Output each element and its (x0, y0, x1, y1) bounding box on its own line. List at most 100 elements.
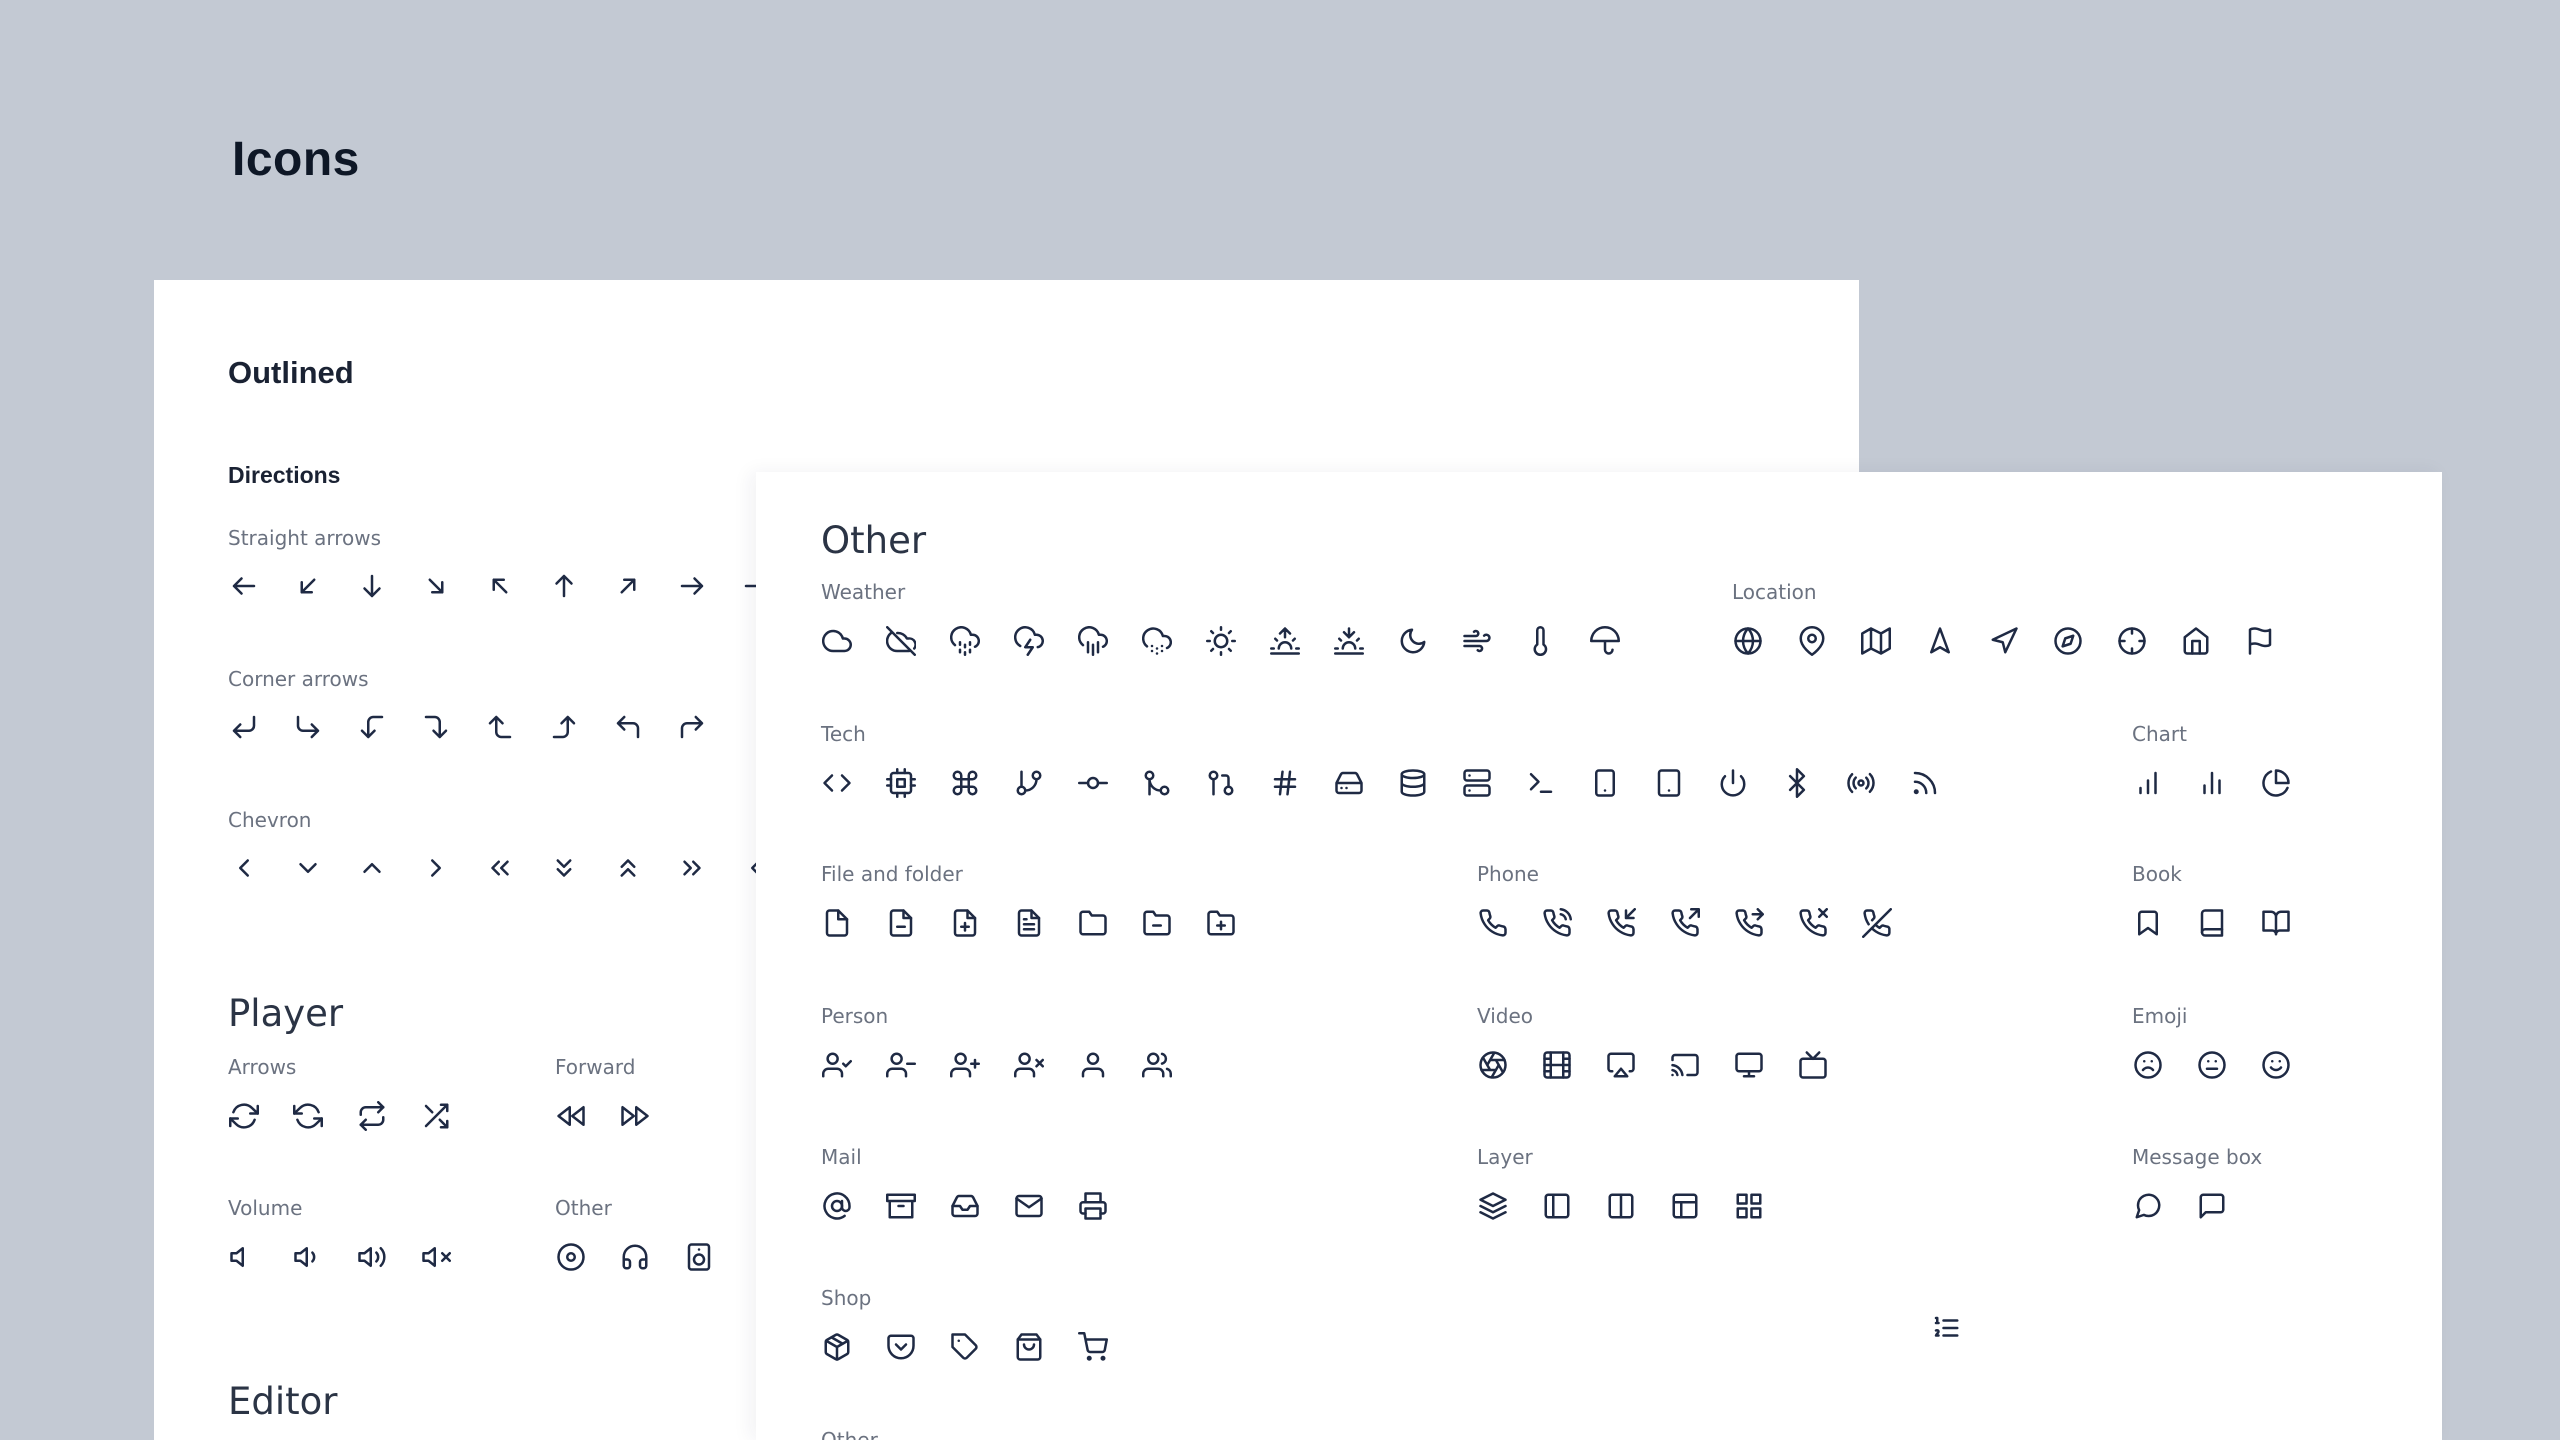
speaker-icon (679, 1237, 719, 1277)
phone-call-icon (1537, 903, 1577, 943)
icon-row-player-arrows (224, 1096, 480, 1136)
navigation-2-icon (1984, 621, 2024, 661)
book-icon (2192, 903, 2232, 943)
airplay-icon (1601, 1045, 1641, 1085)
phone-outgoing-icon (1665, 903, 1705, 943)
cpu-icon (881, 763, 921, 803)
icon-row-volume (224, 1237, 480, 1277)
icon-row-video (1473, 1045, 1857, 1085)
corner-right-down-icon (416, 707, 456, 747)
icon-row-straight-arrows (224, 566, 800, 606)
phone-incoming-icon (1601, 903, 1641, 943)
rotate-icon (288, 1096, 328, 1136)
inbox-icon (945, 1186, 985, 1226)
compass-icon (2048, 621, 2088, 661)
group-label-tech: Tech (821, 722, 866, 746)
page-title: Icons (232, 133, 360, 186)
group-label-weather: Weather (821, 580, 906, 604)
bookmark-icon (2128, 903, 2168, 943)
chevron-up-icon (352, 848, 392, 888)
group-label-player-arrows: Arrows (228, 1055, 297, 1079)
chevron-left-icon (224, 848, 264, 888)
chevron-right-icon (416, 848, 456, 888)
group-label-other: Other (821, 1428, 878, 1440)
chevrons-left-icon (480, 848, 520, 888)
list-ordered-icon (1926, 1308, 1966, 1348)
archive-icon (881, 1186, 921, 1226)
folder-plus-icon (1201, 903, 1241, 943)
refresh-icon (224, 1096, 264, 1136)
code-icon (817, 763, 857, 803)
chevron-down-icon (288, 848, 328, 888)
icon-row-message (2128, 1186, 2256, 1226)
disc-icon (551, 1237, 591, 1277)
chevrons-up-icon (608, 848, 648, 888)
icon-row-tech (817, 763, 1969, 803)
rss-icon (1905, 763, 1945, 803)
arrow-down-left-icon (288, 566, 328, 606)
flag-icon (2240, 621, 2280, 661)
phone-missed-icon (1793, 903, 1833, 943)
folder-icon (1073, 903, 1113, 943)
group-label-phone: Phone (1477, 862, 1539, 886)
headphones-icon (615, 1237, 655, 1277)
fast-forward-icon (615, 1096, 655, 1136)
package-icon (817, 1327, 857, 1367)
cloud-rain-icon (1073, 621, 1113, 661)
power-icon (1713, 763, 1753, 803)
phone-forwarded-icon (1729, 903, 1769, 943)
group-label-volume: Volume (228, 1196, 303, 1220)
pie-chart-icon (2256, 763, 2296, 803)
cast-icon (1665, 1045, 1705, 1085)
icon-row-weather (817, 621, 1649, 661)
icon-row-shop (817, 1327, 1137, 1367)
user-check-icon (817, 1045, 857, 1085)
sunset-icon (1329, 621, 1369, 661)
group-label-file: File and folder (821, 862, 963, 886)
icon-row-emoji (2128, 1045, 2320, 1085)
tablet-icon (1649, 763, 1689, 803)
pocket-icon (881, 1327, 921, 1367)
group-label-layer: Layer (1477, 1145, 1533, 1169)
user-icon (1073, 1045, 1113, 1085)
group-label-shop: Shop (821, 1286, 872, 1310)
volume-high-icon (352, 1237, 392, 1277)
git-commit-icon (1073, 763, 1113, 803)
columns-icon (1601, 1186, 1641, 1226)
navigation-icon (1920, 621, 1960, 661)
layers-icon (1473, 1186, 1513, 1226)
sun-icon (1201, 621, 1241, 661)
hard-drive-icon (1329, 763, 1369, 803)
message-square-icon (2192, 1186, 2232, 1226)
icon-row-corner-arrows (224, 707, 736, 747)
player-heading: Player (228, 992, 344, 1035)
smartphone-icon (1585, 763, 1625, 803)
at-sign-icon (817, 1186, 857, 1226)
shuffle-icon (416, 1096, 456, 1136)
terminal-icon (1521, 763, 1561, 803)
git-merge-icon (1137, 763, 1177, 803)
corner-up-left-icon (608, 707, 648, 747)
frown-icon (2128, 1045, 2168, 1085)
other-card: Other Weather Location Tech Chart File a… (756, 472, 2442, 1440)
user-plus-icon (945, 1045, 985, 1085)
icon-row-book (2128, 903, 2320, 943)
group-label-mail: Mail (821, 1145, 862, 1169)
group-label-player-other: Other (555, 1196, 612, 1220)
group-label-location: Location (1732, 580, 1817, 604)
book-open-icon (2256, 903, 2296, 943)
server-icon (1457, 763, 1497, 803)
group-label-corner-arrows: Corner arrows (228, 667, 369, 691)
group-label-book: Book (2132, 862, 2182, 886)
arrow-right-icon (672, 566, 712, 606)
map-pin-icon (1792, 621, 1832, 661)
wind-icon (1457, 621, 1497, 661)
icon-row-chevron (224, 848, 800, 888)
command-icon (945, 763, 985, 803)
phone-icon (1473, 903, 1513, 943)
bar-chart-icon (2128, 763, 2168, 803)
corner-left-up-icon (480, 707, 520, 747)
cloud-lightning-icon (1009, 621, 1049, 661)
corner-right-up-icon (544, 707, 584, 747)
git-branch-icon (1009, 763, 1049, 803)
